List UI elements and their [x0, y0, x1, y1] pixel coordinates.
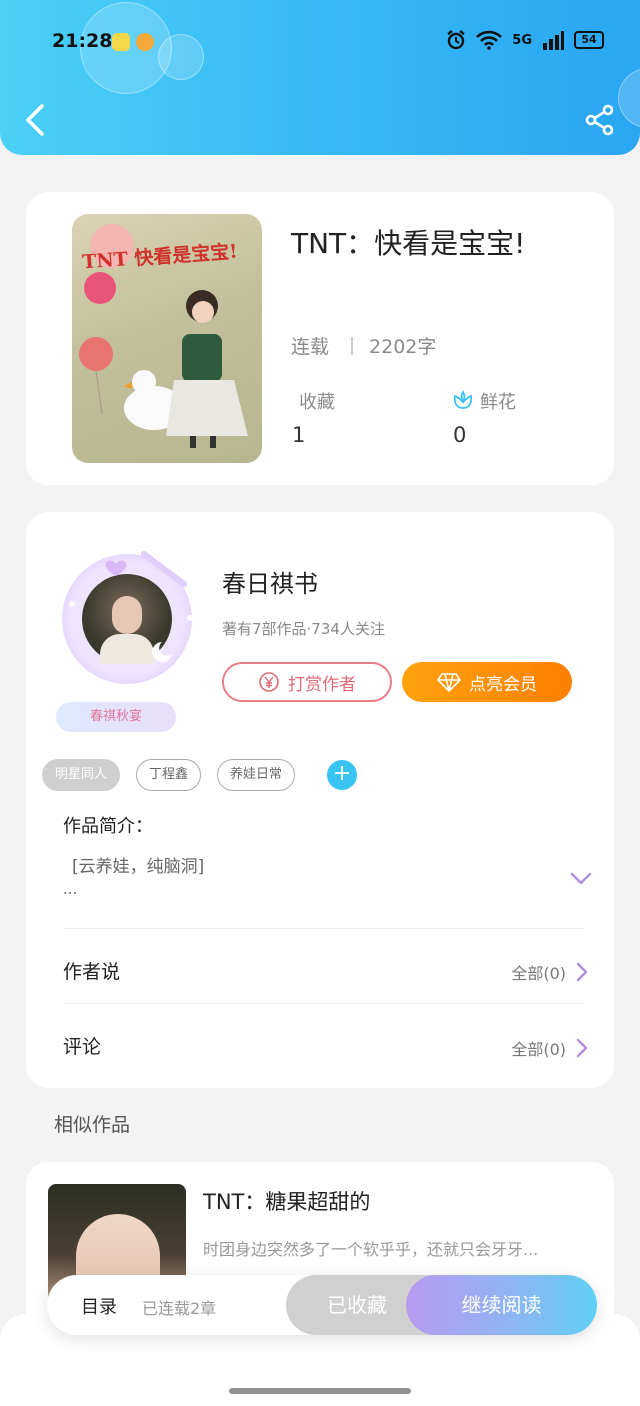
divider — [351, 336, 354, 355]
flowers-button[interactable]: 鲜花 — [452, 388, 516, 414]
favorites-count: 1 — [292, 423, 306, 447]
author-avatar[interactable] — [54, 544, 204, 694]
home-indicator[interactable] — [229, 1388, 411, 1394]
word-count: 2202字 — [369, 336, 437, 358]
flower-icon — [453, 390, 473, 409]
intro-label: 作品简介： — [63, 816, 153, 837]
alarm-icon — [447, 30, 466, 50]
similar-book-desc: 时团身边突然多了一个软乎乎，还就只会牙牙... — [203, 1240, 539, 1259]
similar-book-title: TNT：糖果超甜的 — [203, 1190, 371, 1214]
tip-author-label: 打赏作者 — [288, 674, 356, 695]
flowers-count: 0 — [453, 423, 467, 447]
continue-reading-button[interactable]: 继续阅读 — [406, 1275, 597, 1335]
book-status-row: 连载 2202字 — [291, 332, 436, 359]
author-meta: 著有7部作品·734人关注 — [222, 620, 385, 638]
intro-ellipsis: ... — [63, 880, 78, 898]
diamond-icon — [437, 673, 461, 692]
author-badge: 春祺秋宴 — [56, 702, 176, 732]
chapter-count: 已连载2章 — [142, 1299, 217, 1318]
tag-item[interactable]: 明星同人 — [42, 759, 121, 791]
back-icon[interactable] — [22, 102, 50, 138]
network-type: 5G — [512, 32, 532, 48]
battery-indicator: 54 — [574, 31, 604, 49]
chevron-down-icon[interactable] — [570, 872, 592, 886]
tag-item[interactable]: 丁程鑫 — [136, 759, 202, 791]
action-bar: 目录 已连载2章 已收藏 继续阅读 — [47, 1275, 597, 1335]
toc-button[interactable]: 目录 — [81, 1293, 117, 1319]
tag-item[interactable]: 养娃日常 — [217, 759, 296, 791]
book-info-card: TNT 快看是宝宝! TNT：快看是宝宝! 连载 2202字 收藏 1 鲜花 0 — [26, 192, 614, 485]
comments-all-link[interactable]: 全部(0) — [511, 1036, 588, 1060]
wifi-icon — [476, 30, 503, 50]
avatar-decoration — [69, 551, 193, 662]
share-icon[interactable] — [584, 104, 616, 136]
divider — [63, 1003, 584, 1004]
app-notification-icon — [112, 33, 130, 51]
comments-label: 评论 — [63, 1036, 102, 1058]
status-bar: 21:28 5G 54 — [0, 0, 640, 86]
serial-status: 连载 — [291, 336, 330, 358]
author-says-count: 全部(0) — [511, 964, 566, 983]
author-name[interactable]: 春日祺书 — [222, 564, 318, 599]
status-right: 5G 54 — [446, 30, 604, 50]
weibo-icon — [136, 33, 154, 51]
similar-section-title: 相似作品 — [54, 1114, 131, 1136]
book-title: TNT：快看是宝宝! — [291, 227, 526, 260]
vip-label: 点亮会员 — [469, 674, 537, 695]
flowers-label: 鲜花 — [480, 392, 516, 413]
tag-list: 明星同人 丁程鑫 养娃日常 + — [42, 759, 358, 791]
signal-icon — [543, 31, 564, 50]
book-cover[interactable]: TNT 快看是宝宝! — [72, 214, 262, 463]
add-tag-button[interactable]: + — [327, 760, 358, 790]
chevron-right-icon — [576, 962, 588, 982]
divider — [63, 928, 584, 929]
author-card: 春祺秋宴 春日祺书 著有7部作品·734人关注 打赏作者 点亮会员 明星同人 丁… — [26, 512, 614, 1088]
favorites-label: 收藏 — [299, 392, 335, 413]
comments-count: 全部(0) — [511, 1040, 566, 1059]
plus-icon: + — [332, 761, 352, 786]
yen-icon — [259, 672, 279, 692]
vip-button[interactable]: 点亮会员 — [402, 662, 572, 702]
chevron-right-icon — [576, 1038, 588, 1058]
author-says-label: 作者说 — [63, 961, 121, 983]
header: 21:28 5G 54 — [0, 0, 640, 155]
author-says-all-link[interactable]: 全部(0) — [511, 960, 588, 984]
status-time: 21:28 — [52, 30, 113, 52]
intro-text: [云养娃，纯脑洞] — [72, 857, 205, 877]
tip-author-button[interactable]: 打赏作者 — [222, 662, 392, 702]
